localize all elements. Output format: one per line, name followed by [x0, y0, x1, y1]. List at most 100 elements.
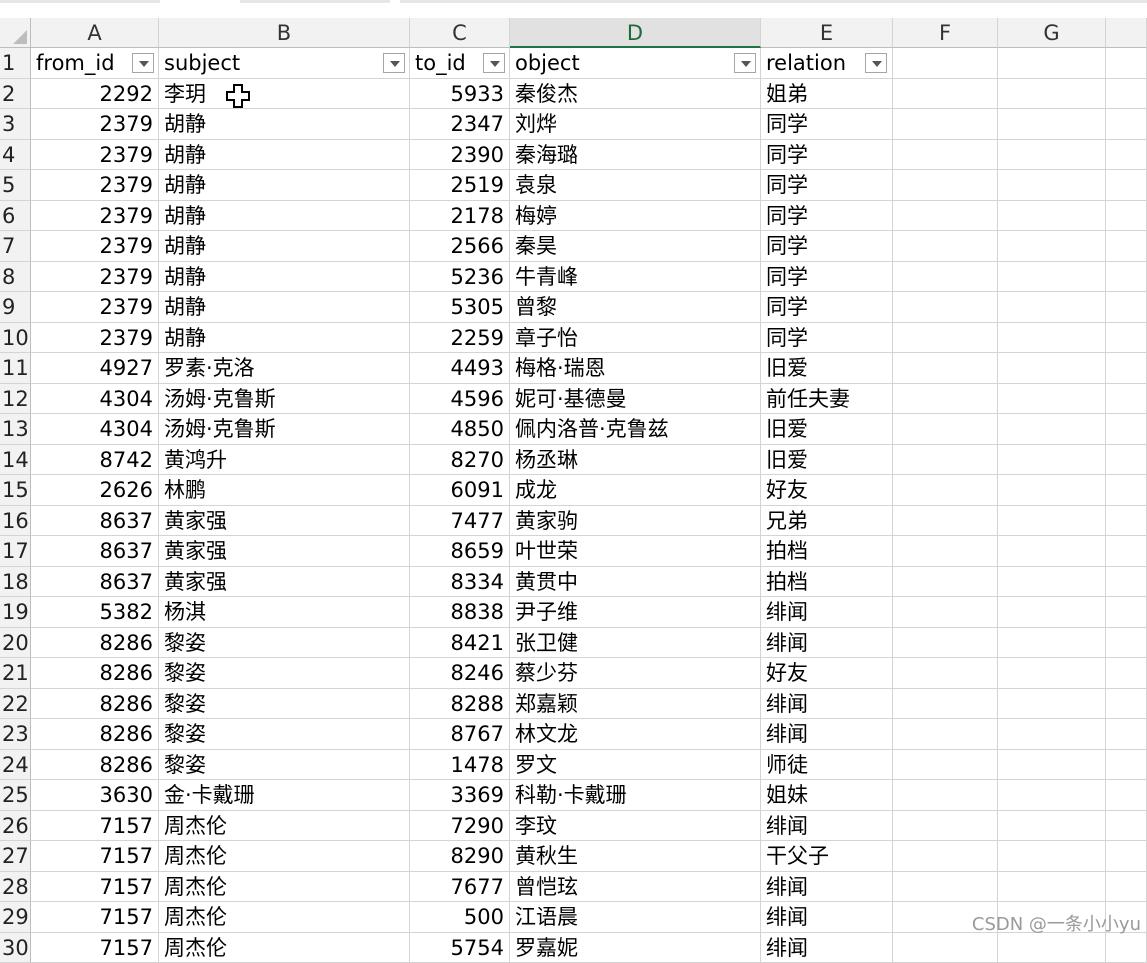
cell[interactable] [893, 567, 998, 598]
cell[interactable] [998, 933, 1106, 963]
cell-to-id[interactable]: 2347 [410, 109, 510, 140]
cell-to-id[interactable]: 2178 [410, 201, 510, 232]
cell[interactable] [1106, 475, 1147, 506]
cell[interactable] [1106, 780, 1147, 811]
cell-from-id[interactable]: 7157 [31, 841, 159, 872]
cell-subject[interactable]: 胡静 [159, 109, 410, 140]
cell-object[interactable]: 梅格·瑞恩 [510, 353, 761, 384]
cell-from-id[interactable]: 5382 [31, 597, 159, 628]
cell-object[interactable]: 章子怡 [510, 323, 761, 354]
cell[interactable] [893, 597, 998, 628]
cell-relation[interactable]: 同学 [761, 170, 893, 201]
cell-to-id[interactable]: 3369 [410, 780, 510, 811]
cell-from-id[interactable]: 8286 [31, 658, 159, 689]
cell[interactable] [1106, 445, 1147, 476]
cell-subject[interactable]: 黄鸿升 [159, 445, 410, 476]
cell-object[interactable]: 江语晨 [510, 902, 761, 933]
row-number[interactable]: 24 [0, 750, 31, 781]
cell-object[interactable]: 佩内洛普·克鲁兹 [510, 414, 761, 445]
cell[interactable] [1106, 658, 1147, 689]
cell-object[interactable]: 黄秋生 [510, 841, 761, 872]
cell[interactable] [998, 384, 1106, 415]
cell-subject[interactable]: 胡静 [159, 170, 410, 201]
cell-object[interactable]: 刘烨 [510, 109, 761, 140]
row-number[interactable]: 12 [0, 384, 31, 415]
column-header-f[interactable]: F [893, 18, 998, 48]
column-header-c[interactable]: C [410, 18, 510, 48]
cell-to-id[interactable]: 4850 [410, 414, 510, 445]
cell[interactable] [998, 262, 1106, 293]
cell-object[interactable]: 秦海璐 [510, 140, 761, 171]
cell-object[interactable]: 梅婷 [510, 201, 761, 232]
cell[interactable] [998, 536, 1106, 567]
cell[interactable] [1106, 689, 1147, 720]
cell-to-id[interactable]: 6091 [410, 475, 510, 506]
cell-from-id[interactable]: 7157 [31, 902, 159, 933]
cell-to-id[interactable]: 5754 [410, 933, 510, 963]
cell-to-id[interactable]: 8246 [410, 658, 510, 689]
cell[interactable] [1106, 292, 1147, 323]
cell[interactable] [1106, 536, 1147, 567]
cell-relation[interactable]: 同学 [761, 109, 893, 140]
cell-from-id[interactable]: 2379 [31, 262, 159, 293]
cell[interactable] [998, 109, 1106, 140]
cell[interactable] [1106, 384, 1147, 415]
cell[interactable] [998, 231, 1106, 262]
cell[interactable] [1106, 79, 1147, 110]
cell-relation[interactable]: 绯闻 [761, 719, 893, 750]
cell-from-id[interactable]: 7157 [31, 933, 159, 963]
column-header-a[interactable]: A [31, 18, 159, 48]
cell-to-id[interactable]: 2519 [410, 170, 510, 201]
cell-object[interactable]: 袁泉 [510, 170, 761, 201]
cell-subject[interactable]: 周杰伦 [159, 841, 410, 872]
cell-from-id[interactable]: 8286 [31, 628, 159, 659]
cell-subject[interactable]: 黎姿 [159, 750, 410, 781]
cell-to-id[interactable]: 2259 [410, 323, 510, 354]
cell[interactable] [893, 109, 998, 140]
row-number[interactable]: 14 [0, 445, 31, 476]
cell[interactable] [893, 445, 998, 476]
cell[interactable] [998, 414, 1106, 445]
cell-subject[interactable]: 黎姿 [159, 628, 410, 659]
cell-from-id[interactable]: 7157 [31, 872, 159, 903]
cell-subject[interactable]: 黎姿 [159, 689, 410, 720]
cell[interactable] [998, 811, 1106, 842]
cell[interactable] [893, 231, 998, 262]
cell-subject[interactable]: 周杰伦 [159, 902, 410, 933]
cell[interactable] [1106, 750, 1147, 781]
cell-to-id[interactable]: 8334 [410, 567, 510, 598]
cell[interactable] [1106, 841, 1147, 872]
cell-relation[interactable]: 好友 [761, 475, 893, 506]
cell-relation[interactable]: 同学 [761, 231, 893, 262]
cell[interactable] [893, 811, 998, 842]
row-number[interactable]: 4 [0, 140, 31, 171]
cell-object[interactable]: 罗文 [510, 750, 761, 781]
cell-relation[interactable]: 拍档 [761, 567, 893, 598]
cell[interactable] [1106, 353, 1147, 384]
cell[interactable] [893, 689, 998, 720]
cell[interactable] [893, 475, 998, 506]
cell[interactable] [893, 628, 998, 659]
cell-object[interactable]: 牛青峰 [510, 262, 761, 293]
cell-relation[interactable]: 绯闻 [761, 628, 893, 659]
cell-object[interactable]: 林文龙 [510, 719, 761, 750]
row-number[interactable]: 21 [0, 658, 31, 689]
cell[interactable] [1106, 628, 1147, 659]
cell-relation[interactable]: 绯闻 [761, 689, 893, 720]
cell-object[interactable]: 秦昊 [510, 231, 761, 262]
cell-object[interactable]: 叶世荣 [510, 536, 761, 567]
column-header-h[interactable] [1106, 18, 1147, 48]
cell-from-id[interactable]: 2379 [31, 140, 159, 171]
cell-subject[interactable]: 汤姆·克鲁斯 [159, 414, 410, 445]
cell[interactable] [893, 79, 998, 110]
cell-object[interactable]: 曾恺玹 [510, 872, 761, 903]
column-header-d[interactable]: D [510, 18, 761, 48]
cell-object[interactable]: 尹子维 [510, 597, 761, 628]
row-number[interactable]: 7 [0, 231, 31, 262]
row-number[interactable]: 22 [0, 689, 31, 720]
cell[interactable] [893, 414, 998, 445]
cell-from-id[interactable]: 2379 [31, 292, 159, 323]
cell[interactable] [998, 201, 1106, 232]
filter-dropdown-icon[interactable] [483, 53, 505, 73]
cell-subject[interactable]: 黄家强 [159, 567, 410, 598]
